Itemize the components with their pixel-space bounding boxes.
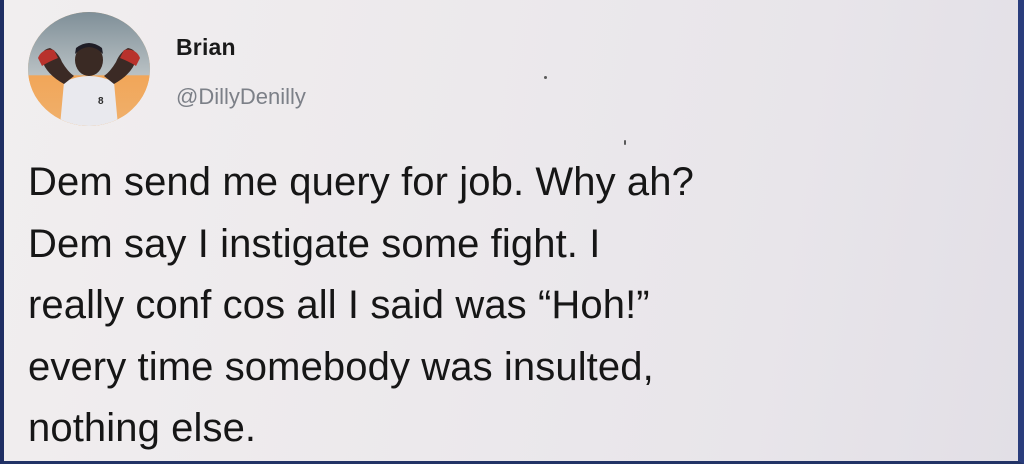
avatar[interactable]: 8 bbox=[28, 12, 150, 126]
screen-speck bbox=[544, 76, 547, 79]
tweet-card[interactable]: 8 Brian @DillyDenilly Dem send me query … bbox=[4, 0, 1018, 461]
tweet-text: Dem send me query for job. Why ah? Dem s… bbox=[28, 160, 694, 450]
avatar-image: 8 bbox=[28, 12, 150, 126]
svg-text:8: 8 bbox=[98, 96, 104, 107]
screen-speck bbox=[624, 140, 626, 145]
author-name[interactable]: Brian bbox=[176, 34, 236, 61]
screenshot-frame: 8 Brian @DillyDenilly Dem send me query … bbox=[0, 0, 1024, 464]
author-handle[interactable]: @DillyDenilly bbox=[176, 84, 306, 110]
